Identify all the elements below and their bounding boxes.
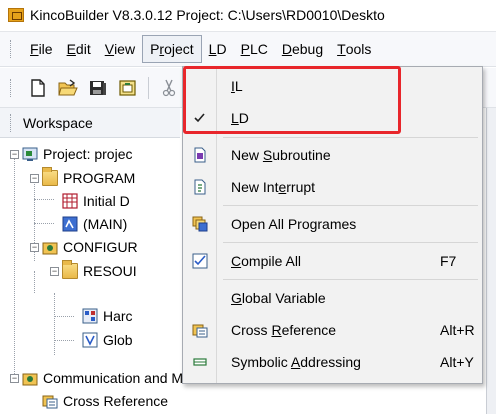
tree-item-global-variable[interactable]: Glob [82, 329, 133, 351]
tree-item-configuration[interactable]: CONFIGUR [42, 236, 138, 258]
menu-item-open-all-programes[interactable]: Open All Programes [183, 208, 482, 240]
tree-item-label: RESOUI [83, 263, 137, 279]
tree-item-program[interactable]: PROGRAM [42, 167, 135, 189]
cross-reference-icon [192, 322, 208, 338]
main-program-icon [62, 216, 78, 232]
communication-icon [22, 370, 38, 386]
global-var-icon [82, 332, 98, 348]
tree-item-cross-reference[interactable]: Cross Reference [42, 390, 168, 412]
project-tree: − Project: projec − PROGRAM Initial D (M… [0, 139, 218, 414]
highlight-annotation-box [183, 66, 401, 134]
menu-separator [223, 137, 478, 138]
collapse-toggle[interactable]: − [30, 243, 39, 252]
initial-data-icon [62, 193, 78, 209]
menu-item-new-interrupt[interactable]: New Interrupt [183, 171, 482, 203]
toolbar-grip [10, 78, 13, 97]
menu-file[interactable]: File [23, 35, 60, 63]
shortcut-label: F7 [440, 253, 457, 269]
symbolic-addressing-icon [192, 354, 208, 370]
menu-item-global-variable[interactable]: Global Variable [183, 282, 482, 314]
tree-item-project[interactable]: Project: projec [22, 143, 132, 165]
tree-item-label: Initial D [83, 193, 130, 209]
menu-tools[interactable]: Tools [330, 35, 378, 63]
shortcut-label: Alt+R [440, 322, 475, 338]
workspace-grip [10, 113, 13, 132]
tree-connector [54, 340, 74, 341]
print-icon[interactable] [116, 77, 140, 99]
menu-project[interactable]: Pr oject [142, 35, 202, 63]
tree-item-label: CONFIGUR [63, 239, 138, 255]
window-title: KincoBuilder V8.3.0.12 Project: C:\Users… [30, 7, 385, 23]
tree-connector [34, 223, 54, 224]
tree-item-label: Harc [103, 308, 133, 324]
tree-connector [34, 271, 35, 293]
new-subroutine-icon [192, 147, 208, 163]
save-icon[interactable] [86, 77, 110, 99]
project-icon [22, 146, 38, 162]
shortcut-label: Alt+Y [440, 354, 474, 370]
menu-separator [223, 205, 478, 206]
tree-connector [14, 153, 15, 378]
menu-item-cross-reference[interactable]: Cross Reference Alt+R [183, 314, 482, 346]
menu-debug[interactable]: Debug [275, 35, 330, 63]
menu-item-symbolic-addressing[interactable]: Symbolic Addressing Alt+Y [183, 346, 482, 378]
kincobuilder-app-icon [8, 8, 24, 22]
title-bar: KincoBuilder V8.3.0.12 Project: C:\Users… [0, 0, 496, 30]
menu-plc[interactable]: P LC [234, 35, 275, 63]
menu-bar: File Edit View Pr oject LD P LC Debug Tool… [0, 31, 496, 67]
new-file-icon[interactable] [26, 77, 50, 99]
tree-connector [34, 199, 54, 200]
menu-edit[interactable]: Edit [60, 35, 98, 63]
tree-item-main[interactable]: (MAIN) [62, 213, 127, 235]
tree-item-label: Glob [103, 332, 133, 348]
folder-open-icon [62, 260, 78, 279]
config-icon [42, 239, 58, 255]
collapse-toggle[interactable]: − [30, 174, 39, 183]
cut-icon[interactable] [157, 77, 181, 99]
folder-open-icon [42, 167, 58, 186]
tree-item-resource[interactable]: RESOUI [62, 260, 137, 282]
open-all-icon [192, 216, 208, 232]
menu-separator [223, 242, 478, 243]
tree-item-initial-data[interactable]: Initial D [62, 190, 130, 212]
cross-reference-icon [42, 393, 58, 409]
collapse-toggle[interactable]: − [10, 150, 19, 159]
workspace-title: Workspace [23, 114, 93, 131]
collapse-toggle[interactable]: − [10, 374, 19, 383]
menu-separator [223, 279, 478, 280]
open-folder-icon[interactable] [56, 77, 80, 99]
menu-item-compile-all[interactable]: Compile All F7 [183, 245, 482, 277]
menu-item-new-subroutine[interactable]: New Subroutine [183, 139, 482, 171]
tree-item-label: Project: projec [43, 146, 133, 162]
toolbar-separator [148, 76, 149, 99]
collapse-toggle[interactable]: − [50, 267, 59, 276]
tree-item-hardware[interactable]: Harc [82, 305, 133, 327]
tree-item-label: Cross Reference [63, 393, 169, 409]
tree-connector [54, 293, 55, 355]
hardware-icon [82, 308, 98, 324]
menu-view[interactable]: View [98, 35, 142, 63]
workspace-header: Workspace [0, 108, 180, 138]
menubar-grip [10, 40, 13, 58]
tree-item-label: PROGRAM [63, 170, 136, 186]
tree-connector [54, 316, 74, 317]
tree-item-label: (MAIN) [83, 216, 128, 232]
menu-ld[interactable]: LD [202, 35, 234, 63]
editor-pane-edge [486, 108, 496, 414]
compile-icon [192, 253, 208, 269]
new-interrupt-icon [192, 179, 208, 195]
